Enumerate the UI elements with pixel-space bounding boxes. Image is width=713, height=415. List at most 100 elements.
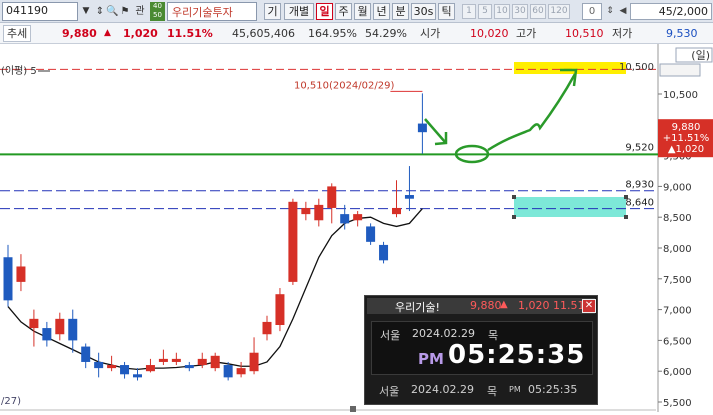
clock-time: 05:25:35 bbox=[448, 340, 586, 370]
candle-body[interactable] bbox=[145, 365, 155, 372]
clock-popup[interactable]: 우리기술! 9,880 ▲ 1,020 11.51 ✕ 서울 2024.02.2… bbox=[364, 295, 598, 405]
candle-body[interactable] bbox=[158, 358, 168, 362]
candle-body[interactable] bbox=[249, 352, 259, 372]
low-label: 저가 bbox=[612, 27, 633, 40]
candle-body[interactable] bbox=[392, 207, 401, 215]
button-minute[interactable]: 분 bbox=[392, 3, 409, 20]
candle-body[interactable] bbox=[42, 328, 52, 341]
open-label: 시가 bbox=[420, 27, 441, 40]
popup-title-bar[interactable]: 우리기술! 9,880 ▲ 1,020 11.51 ✕ bbox=[367, 298, 596, 314]
current-price-label: 9,880 bbox=[672, 122, 701, 133]
candle-body[interactable] bbox=[288, 201, 298, 282]
custom-interval-input[interactable]: 0 bbox=[582, 3, 602, 20]
interval-30-button[interactable]: 30 bbox=[512, 4, 528, 19]
button-year[interactable]: 년 bbox=[373, 3, 390, 20]
chart-tools-box[interactable] bbox=[659, 63, 701, 77]
price-chart[interactable]: 10,50010,0009,5009,0008,5008,0007,5007,0… bbox=[0, 44, 713, 412]
interval-120-button[interactable]: 120 bbox=[548, 4, 570, 19]
interval-10-button[interactable]: 10 bbox=[494, 4, 510, 19]
candle-body[interactable] bbox=[301, 207, 311, 215]
clock-display: 서울 2024.02.29 목 PM 05:25:35 bbox=[371, 321, 593, 375]
turnover-ratio: 54.29% bbox=[365, 27, 407, 40]
candle-body[interactable] bbox=[55, 318, 65, 335]
close-icon[interactable]: ✕ bbox=[582, 299, 596, 313]
y-tick-label: 6,500 bbox=[663, 336, 692, 347]
popup-pct: 11.51 bbox=[553, 299, 585, 312]
candle-body[interactable] bbox=[81, 346, 91, 362]
candle-body[interactable] bbox=[236, 368, 246, 375]
candle-body[interactable] bbox=[275, 294, 285, 325]
candle-body[interactable] bbox=[379, 244, 389, 261]
low-value: 9,530 bbox=[666, 27, 698, 40]
button-individual[interactable]: 개별 bbox=[284, 3, 314, 20]
candle-body[interactable] bbox=[120, 365, 130, 375]
button-tick[interactable]: 틱 bbox=[438, 3, 455, 20]
zone-handle[interactable] bbox=[512, 215, 516, 219]
search-icon[interactable]: 🔍 bbox=[106, 3, 118, 20]
candle-body[interactable] bbox=[3, 257, 13, 301]
candle-body[interactable] bbox=[133, 374, 142, 378]
candle-body[interactable] bbox=[353, 214, 363, 221]
candle-body[interactable] bbox=[314, 204, 324, 221]
projection-arrow[interactable] bbox=[487, 73, 577, 152]
candle-body[interactable] bbox=[210, 355, 220, 369]
scroll-marker[interactable] bbox=[350, 406, 356, 412]
spinner-icon[interactable]: ⇕ bbox=[604, 3, 616, 20]
compare-icon[interactable]: 관 bbox=[132, 3, 148, 20]
arrows-icon[interactable]: ⇕ bbox=[94, 3, 106, 20]
button-day[interactable]: 일 bbox=[316, 3, 333, 20]
candle-body[interactable] bbox=[94, 361, 104, 369]
interval-5-button[interactable]: 5 bbox=[478, 4, 492, 19]
candle-body[interactable] bbox=[68, 318, 78, 341]
button-week[interactable]: 주 bbox=[335, 3, 352, 20]
candle-body[interactable] bbox=[366, 226, 376, 242]
arrow-drawing[interactable] bbox=[424, 118, 446, 143]
candle-body[interactable] bbox=[107, 365, 117, 369]
candle-body[interactable] bbox=[223, 365, 233, 378]
candle-body[interactable] bbox=[171, 358, 181, 362]
candle-body[interactable] bbox=[404, 195, 414, 199]
support-line-label: 9,520 bbox=[625, 142, 654, 153]
popup-change: 1,020 bbox=[518, 299, 550, 312]
company-name-field[interactable]: 우리기술투자 bbox=[167, 2, 257, 21]
candle-body[interactable] bbox=[327, 186, 337, 208]
y-tick-label: 5,500 bbox=[663, 398, 692, 409]
candle-body[interactable] bbox=[29, 318, 39, 329]
clock-ampm: PM bbox=[418, 350, 444, 368]
open-value: 10,020 bbox=[470, 27, 509, 40]
resistance-line-label: 8,640 bbox=[625, 198, 654, 209]
moving-average-line bbox=[7, 208, 423, 371]
candle-body[interactable] bbox=[417, 123, 427, 133]
button-gi[interactable]: 기 bbox=[264, 3, 281, 20]
chevron-left-icon[interactable]: ◀ bbox=[617, 3, 629, 20]
trend-label[interactable]: 추세 bbox=[3, 25, 32, 42]
page-count-field[interactable]: 45/2,000 bbox=[630, 3, 712, 20]
chevron-down-icon[interactable]: ▼ bbox=[79, 3, 93, 20]
current-pct-label: +11.51% bbox=[663, 133, 710, 144]
resistance-line-label: 8,930 bbox=[625, 180, 654, 191]
footer-day: 목 bbox=[487, 385, 498, 398]
popup-stock-name: 우리기술! bbox=[395, 301, 440, 314]
flag-icon[interactable]: ⚑ bbox=[119, 3, 131, 20]
top-price-label: 10,500 bbox=[619, 62, 654, 73]
button-month[interactable]: 월 bbox=[354, 3, 371, 20]
badge-40-50[interactable]: 40 50 bbox=[150, 2, 165, 21]
y-tick-label: 8,500 bbox=[663, 213, 692, 224]
interval-1-button[interactable]: 1 bbox=[462, 4, 476, 19]
quote-bar: 추세 9,880 ▲ 1,020 11.51% 45,605,406 164.9… bbox=[0, 23, 713, 44]
candle-body[interactable] bbox=[16, 266, 26, 282]
chart-svg: 10,50010,0009,5009,0008,5008,0007,5007,0… bbox=[0, 44, 713, 412]
candle-body[interactable] bbox=[340, 214, 350, 224]
candle-body[interactable] bbox=[197, 358, 207, 366]
interval-60-button[interactable]: 60 bbox=[530, 4, 546, 19]
clock-city: 서울 bbox=[380, 329, 401, 342]
zone-handle[interactable] bbox=[624, 215, 628, 219]
zone-handle[interactable] bbox=[512, 195, 516, 199]
candle-body[interactable] bbox=[262, 321, 272, 335]
high-label: 고가 bbox=[516, 27, 537, 40]
stock-code-input[interactable]: 041190 bbox=[2, 2, 78, 21]
highlight-zone-cyan bbox=[514, 197, 626, 217]
candle-body[interactable] bbox=[184, 365, 194, 369]
button-30s[interactable]: 30s bbox=[411, 3, 436, 20]
footer-city: 서울 bbox=[379, 385, 400, 398]
